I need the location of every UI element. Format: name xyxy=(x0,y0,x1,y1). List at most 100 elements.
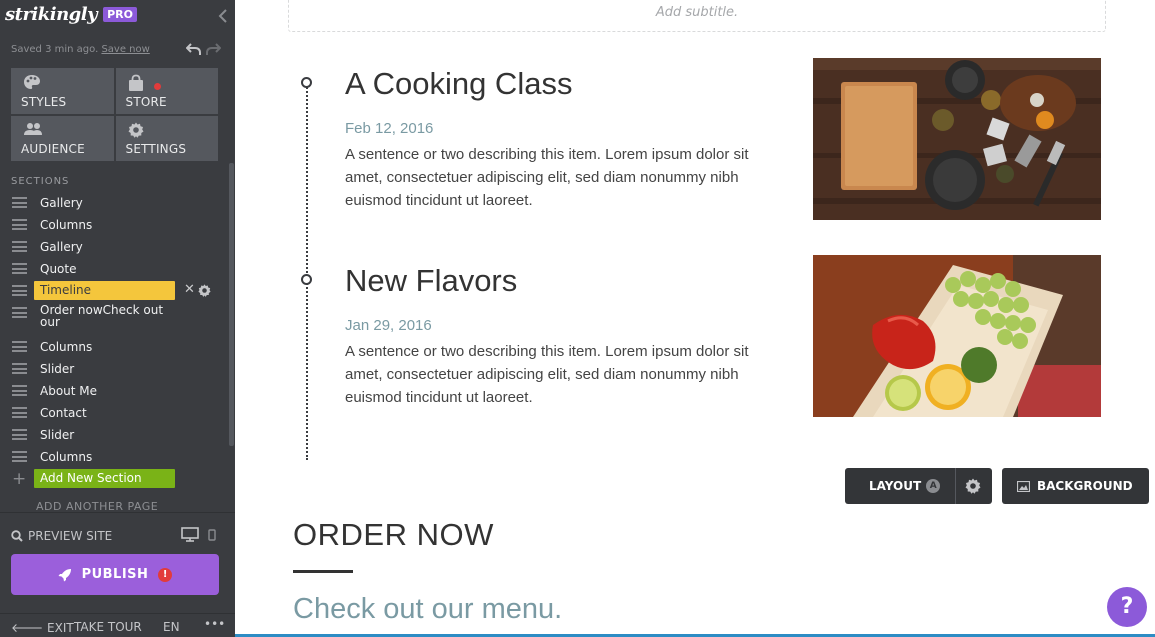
sidebar-footer: PREVIEW SITE PUBLISH ! 🡐 EXIT TAKE TOUR … xyxy=(0,512,235,637)
desktop-icon[interactable] xyxy=(181,527,199,542)
settings-tile[interactable]: SETTINGS xyxy=(115,115,218,161)
section-item-gallery[interactable]: Gallery xyxy=(0,236,230,258)
order-now-title[interactable]: ORDER NOW xyxy=(293,517,494,553)
styles-tile[interactable]: STYLES xyxy=(11,68,114,114)
styles-label: STYLES xyxy=(21,94,67,109)
exit-link[interactable]: 🡐 EXIT xyxy=(11,620,74,635)
section-item-slider[interactable]: Slider xyxy=(0,424,230,446)
section-item-columns[interactable]: Columns xyxy=(0,214,230,236)
section-label: Columns xyxy=(40,340,93,354)
editor-tiles: STYLES STORE AUDIENCE SETTINGS xyxy=(11,68,218,161)
publish-label: PUBLISH xyxy=(81,567,149,582)
drag-handle-icon[interactable] xyxy=(12,263,27,274)
sidebar-scrollbar[interactable] xyxy=(229,163,234,446)
settings-label: SETTINGS xyxy=(125,142,187,156)
vegetables-photo xyxy=(813,255,1101,417)
section-label: Contact xyxy=(40,406,87,420)
layout-button[interactable]: LAYOUT A xyxy=(845,468,992,504)
drag-handle-icon[interactable] xyxy=(12,385,27,396)
drag-handle-icon[interactable] xyxy=(12,341,27,352)
timeline-item-title[interactable]: New Flavors xyxy=(345,263,775,299)
background-label: BACKGROUND xyxy=(1037,479,1133,493)
section-label: Slider xyxy=(40,362,75,376)
brand: strikingly PRO xyxy=(5,4,137,25)
saved-text: Saved 3 min ago. xyxy=(11,44,99,55)
section-item-columns[interactable]: Columns xyxy=(0,336,230,358)
more-menu-icon[interactable]: ••• xyxy=(204,617,225,631)
undo-icon[interactable] xyxy=(186,42,201,56)
drag-handle-icon[interactable] xyxy=(12,219,27,230)
audience-tile[interactable]: AUDIENCE xyxy=(11,115,114,161)
drag-handle-icon[interactable] xyxy=(12,241,27,252)
plus-icon: + xyxy=(12,469,27,489)
language-selector[interactable]: EN xyxy=(163,620,180,634)
rocket-icon xyxy=(58,568,71,581)
sections-heading: SECTIONS xyxy=(11,176,70,187)
mobile-icon[interactable] xyxy=(208,529,216,541)
cooking-class-image[interactable] xyxy=(813,58,1101,220)
new-flavors-image[interactable] xyxy=(813,255,1101,417)
add-another-page-link[interactable]: ADD ANOTHER PAGE xyxy=(36,500,158,510)
subtitle-field[interactable]: Add subtitle. xyxy=(288,0,1106,32)
audience-label: AUDIENCE xyxy=(21,142,85,156)
section-label: Timeline xyxy=(34,281,175,300)
section-item-timeline[interactable]: Timeline ✕ xyxy=(0,280,230,302)
section-item-order-now[interactable]: Order nowCheck out our xyxy=(0,302,230,336)
drag-handle-icon[interactable] xyxy=(12,307,27,318)
help-button[interactable]: ? xyxy=(1107,587,1147,627)
title-divider xyxy=(293,570,353,573)
timeline-item-date[interactable]: Feb 12, 2016 xyxy=(345,120,775,137)
pro-badge: PRO xyxy=(103,7,137,22)
section-item-quote[interactable]: Quote xyxy=(0,258,230,280)
drag-handle-icon[interactable] xyxy=(12,285,27,296)
drag-handle-icon[interactable] xyxy=(12,407,27,418)
preview-site-link[interactable]: PREVIEW SITE xyxy=(11,529,112,543)
palette-icon xyxy=(24,75,40,89)
section-item-gallery[interactable]: Gallery xyxy=(0,192,230,214)
order-now-subtitle[interactable]: Check out our menu. xyxy=(293,593,562,626)
add-section-label: Add New Section xyxy=(34,469,175,488)
drag-handle-icon[interactable] xyxy=(12,197,27,208)
section-item-slider[interactable]: Slider xyxy=(0,358,230,380)
store-tile[interactable]: STORE xyxy=(115,68,218,114)
store-label: STORE xyxy=(125,94,167,109)
add-new-section-button[interactable]: + Add New Section xyxy=(0,468,230,490)
drag-handle-icon[interactable] xyxy=(12,363,27,374)
save-status: Saved 3 min ago. Save now xyxy=(11,44,150,55)
timeline-item-description[interactable]: A sentence or two describing this item. … xyxy=(345,143,775,212)
timeline-item-date[interactable]: Jan 29, 2016 xyxy=(345,317,775,334)
gear-icon[interactable] xyxy=(965,478,981,494)
section-item-columns[interactable]: Columns xyxy=(0,446,230,468)
sidebar-footer-links: 🡐 EXIT TAKE TOUR EN ••• xyxy=(0,613,235,637)
drag-handle-icon[interactable] xyxy=(12,429,27,440)
store-notification-dot xyxy=(153,83,161,90)
preview-site-label: PREVIEW SITE xyxy=(28,529,113,543)
timeline-item: New Flavors Jan 29, 2016 A sentence or t… xyxy=(345,263,775,409)
take-tour-link[interactable]: TAKE TOUR xyxy=(74,620,142,634)
layout-divider xyxy=(955,468,956,504)
layout-variant-badge: A xyxy=(926,479,941,493)
editor-sidebar: strikingly PRO Saved 3 min ago. Save now… xyxy=(0,0,235,637)
image-icon xyxy=(1017,480,1030,492)
drag-handle-icon[interactable] xyxy=(12,451,27,462)
save-now-link[interactable]: Save now xyxy=(101,44,149,55)
publish-button[interactable]: PUBLISH ! xyxy=(11,554,219,595)
redo-icon[interactable] xyxy=(206,42,221,56)
page-canvas: Add subtitle. A Cooking Class Feb 12, 20… xyxy=(235,0,1155,637)
collapse-sidebar-icon[interactable] xyxy=(218,8,228,24)
section-label: Columns xyxy=(40,218,93,232)
section-label: Order nowCheck out our xyxy=(40,303,164,329)
alert-icon: ! xyxy=(158,567,173,582)
timeline-dot xyxy=(301,274,312,285)
timeline-item-title[interactable]: A Cooking Class xyxy=(345,66,775,102)
section-item-about-me[interactable]: About Me xyxy=(0,380,230,402)
timeline-item-description[interactable]: A sentence or two describing this item. … xyxy=(345,340,775,409)
section-label: Columns xyxy=(40,450,93,464)
exit-label: EXIT xyxy=(47,621,74,635)
gear-icon xyxy=(128,122,143,138)
section-item-contact[interactable]: Contact xyxy=(0,402,230,424)
section-label: Gallery xyxy=(40,240,83,254)
section-settings-gear-icon[interactable] xyxy=(198,284,211,297)
delete-section-icon[interactable]: ✕ xyxy=(184,282,195,297)
background-button[interactable]: BACKGROUND xyxy=(1002,468,1149,504)
